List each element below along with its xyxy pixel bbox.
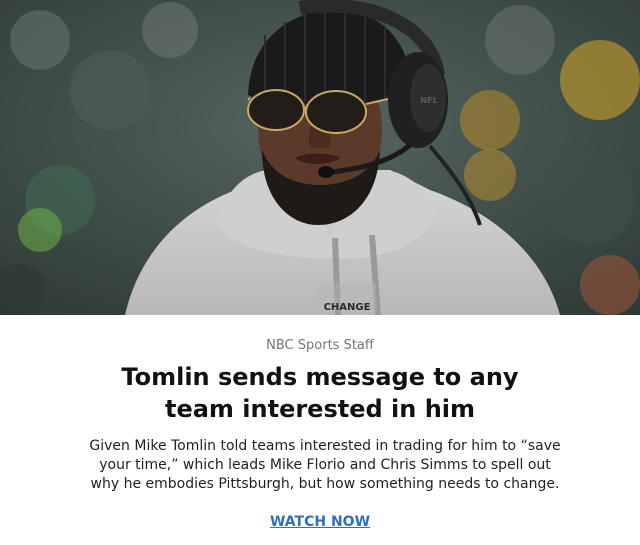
headset-logo: NFL (420, 96, 437, 105)
byline: NBC Sports Staff (266, 338, 374, 353)
hero-photo-illustration: CHANGE NFL (0, 0, 640, 315)
article-card[interactable]: CHANGE NFL NBC Sports Staff Tomlin sends… (0, 0, 640, 545)
article-dek: Given Mike Tomlin told teams interested … (89, 438, 561, 492)
hero-image[interactable]: CHANGE NFL (0, 0, 640, 315)
article-headline[interactable]: Tomlin sends message to any team interes… (120, 361, 520, 425)
hoodie-print-text: CHANGE (324, 302, 371, 313)
cta-container: WATCH NOW (0, 511, 640, 530)
watch-now-link[interactable]: WATCH NOW (270, 514, 370, 530)
